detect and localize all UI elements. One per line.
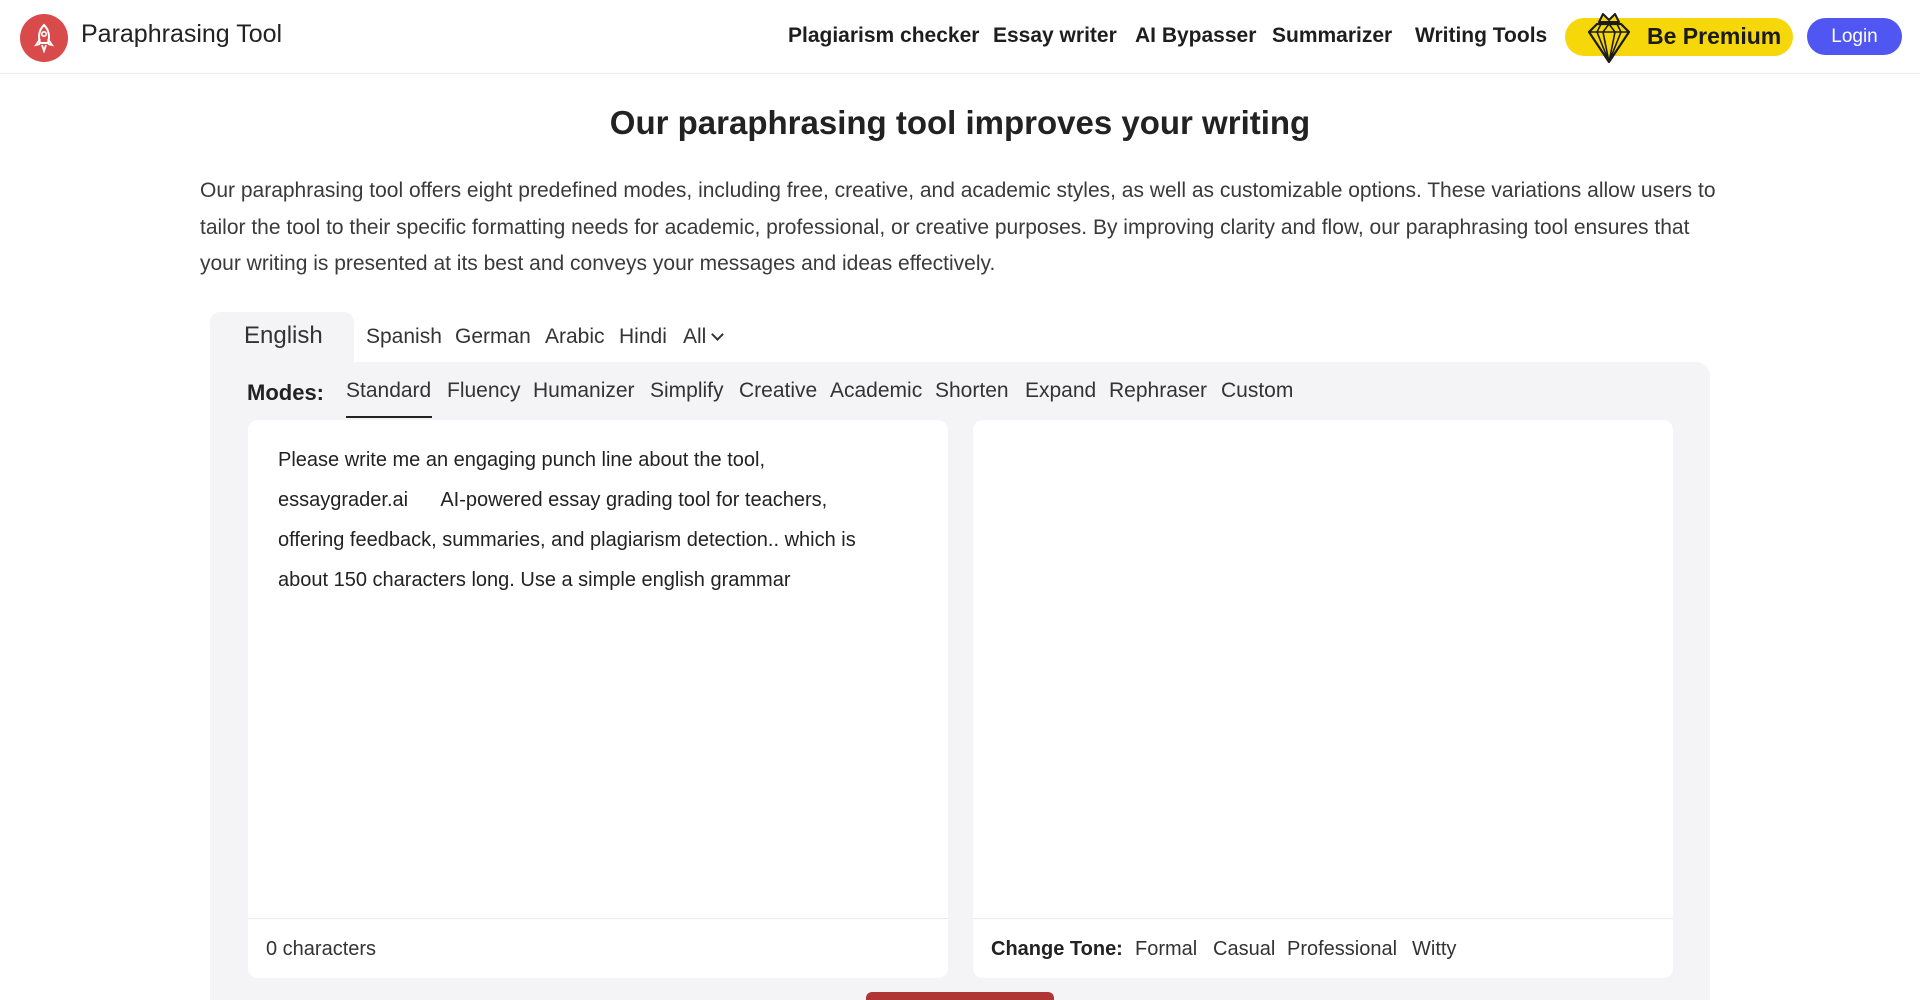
- mode-shorten[interactable]: Shorten: [935, 379, 1009, 403]
- mode-academic[interactable]: Academic: [830, 379, 922, 403]
- tone-professional[interactable]: Professional: [1287, 938, 1397, 961]
- tab-german[interactable]: German: [455, 325, 531, 349]
- tone-formal[interactable]: Formal: [1135, 938, 1197, 961]
- input-footer-divider: [248, 918, 948, 919]
- modes-label: Modes:: [247, 380, 324, 405]
- tab-spanish[interactable]: Spanish: [366, 325, 442, 349]
- output-footer-divider: [973, 918, 1673, 919]
- paraphrase-button[interactable]: [866, 992, 1054, 1000]
- all-languages-label: All: [683, 325, 707, 348]
- mode-simplify[interactable]: Simplify: [650, 379, 724, 403]
- chevron-down-icon: [711, 328, 725, 341]
- site-header: Paraphrasing Tool Plagiarism checker Ess…: [0, 0, 1920, 74]
- mode-creative[interactable]: Creative: [739, 379, 817, 403]
- nav-plagiarism-checker[interactable]: Plagiarism checker: [788, 24, 979, 48]
- tab-arabic[interactable]: Arabic: [545, 325, 605, 349]
- mode-expand[interactable]: Expand: [1025, 379, 1096, 403]
- all-languages-dropdown[interactable]: All: [683, 325, 725, 349]
- be-premium-button[interactable]: Be Premium: [1565, 13, 1793, 64]
- input-textarea[interactable]: Please write me an engaging punch line a…: [278, 440, 918, 600]
- nav-essay-writer[interactable]: Essay writer: [993, 24, 1117, 48]
- nav-summarizer[interactable]: Summarizer: [1272, 24, 1392, 48]
- tab-english-label: English: [244, 322, 323, 349]
- change-tone-label: Change Tone:: [991, 938, 1123, 960]
- input-box: Please write me an engaging punch line a…: [248, 420, 948, 978]
- diamond-crown-icon: [1587, 13, 1631, 64]
- login-button[interactable]: Login: [1807, 18, 1902, 55]
- tone-witty[interactable]: Witty: [1412, 938, 1456, 961]
- rocket-logo-icon[interactable]: [20, 14, 68, 62]
- tone-casual[interactable]: Casual: [1213, 938, 1275, 961]
- tab-hindi[interactable]: Hindi: [619, 325, 667, 349]
- page-title: Our paraphrasing tool improves your writ…: [609, 104, 1311, 141]
- brand-name[interactable]: Paraphrasing Tool: [81, 20, 282, 49]
- mode-humanizer[interactable]: Humanizer: [533, 379, 635, 403]
- page-description: Our paraphrasing tool offers eight prede…: [200, 179, 1716, 275]
- output-box: Change Tone: Formal Casual Professional …: [973, 420, 1673, 978]
- be-premium-label: Be Premium: [1647, 23, 1782, 49]
- mode-rephraser[interactable]: Rephraser: [1109, 379, 1207, 403]
- character-count: 0 characters: [266, 938, 377, 960]
- selected-mode-underline: [346, 416, 432, 418]
- mode-custom[interactable]: Custom: [1221, 379, 1293, 403]
- mode-fluency[interactable]: Fluency: [447, 379, 521, 403]
- nav-writing-tools[interactable]: Writing Tools: [1415, 24, 1547, 48]
- nav-ai-bypasser[interactable]: AI Bypasser: [1135, 24, 1256, 48]
- mode-standard[interactable]: Standard: [346, 379, 431, 403]
